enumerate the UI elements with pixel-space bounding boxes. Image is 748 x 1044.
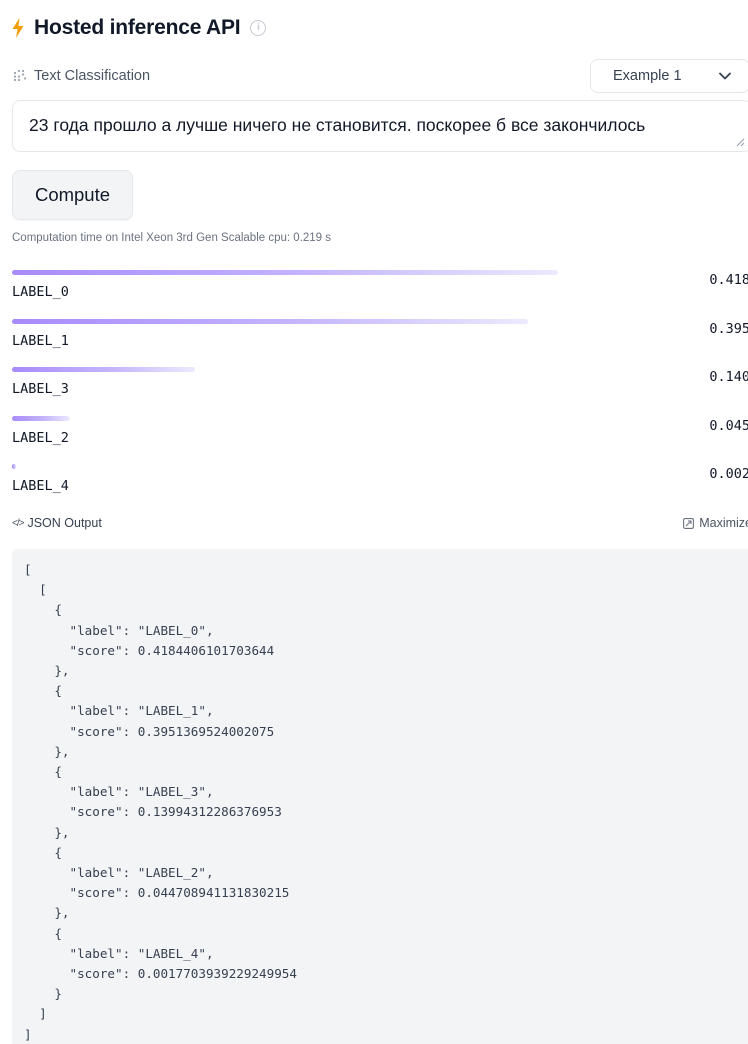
json-output-box[interactable]: [ [ { "label": "LABEL_0", "score": 0.418… <box>12 549 748 1044</box>
result-score: 0.418 <box>709 272 748 288</box>
json-output-toggle[interactable]: </> JSON Output <box>12 516 102 530</box>
result-score: 0.140 <box>709 369 748 385</box>
result-label: LABEL_3 <box>12 381 69 397</box>
json-output-code: [ [ { "label": "LABEL_0", "score": 0.418… <box>24 562 297 1042</box>
widget-title: Hosted inference API <box>34 16 241 39</box>
json-output-title: JSON Output <box>27 516 102 530</box>
text-input[interactable]: 23 года прошло а лучше ничего не станови… <box>12 100 748 152</box>
score-bar <box>12 464 16 469</box>
text-classification-icon <box>13 69 27 82</box>
compute-button[interactable]: Compute <box>12 170 133 220</box>
inference-widget: Hosted inference API i Text Classificati… <box>0 0 748 1044</box>
score-bar <box>12 415 70 421</box>
result-row: LABEL_4 0.002 <box>12 464 748 513</box>
task-type: Text Classification <box>12 68 150 84</box>
example-select-value: Example 1 <box>613 68 682 84</box>
score-bar <box>12 270 558 275</box>
score-bar <box>12 367 195 372</box>
text-input-value: 23 года прошло а лучше ничего не станови… <box>29 115 646 135</box>
code-icon: </> <box>12 517 25 529</box>
lightning-bolt-icon <box>12 17 26 39</box>
result-score: 0.395 <box>709 320 748 337</box>
result-row: LABEL_0 0.418 <box>12 270 748 319</box>
maximize-label: Maximize <box>699 516 748 530</box>
result-score: 0.045 <box>709 417 748 434</box>
example-select[interactable]: Example 1 <box>590 59 748 93</box>
result-row: LABEL_1 0.395 <box>12 318 748 368</box>
result-score: 0.002 <box>709 466 748 482</box>
result-row: LABEL_3 0.140 <box>12 367 748 416</box>
maximize-button[interactable]: Maximize <box>683 516 748 530</box>
widget-header: Hosted inference API i <box>12 12 267 44</box>
task-row: Text Classification Example 1 <box>12 59 748 93</box>
maximize-icon <box>683 517 695 529</box>
chevron-down-icon <box>719 72 731 80</box>
result-label: LABEL_2 <box>12 429 69 446</box>
results-list: LABEL_0 0.418 LABEL_1 0.395 LABEL_3 0.14… <box>12 270 748 513</box>
result-label: LABEL_0 <box>12 284 69 300</box>
json-output-header: </> JSON Output Maximize <box>12 513 748 533</box>
task-label: Text Classification <box>34 68 151 84</box>
score-bar <box>12 318 528 324</box>
result-label: LABEL_4 <box>12 478 69 494</box>
info-icon[interactable]: i <box>250 20 267 36</box>
result-label: LABEL_1 <box>12 332 69 349</box>
computation-time: Computation time on Intel Xeon 3rd Gen S… <box>12 232 332 244</box>
resize-handle-icon[interactable] <box>735 137 745 147</box>
result-row: LABEL_2 0.045 <box>12 415 748 465</box>
